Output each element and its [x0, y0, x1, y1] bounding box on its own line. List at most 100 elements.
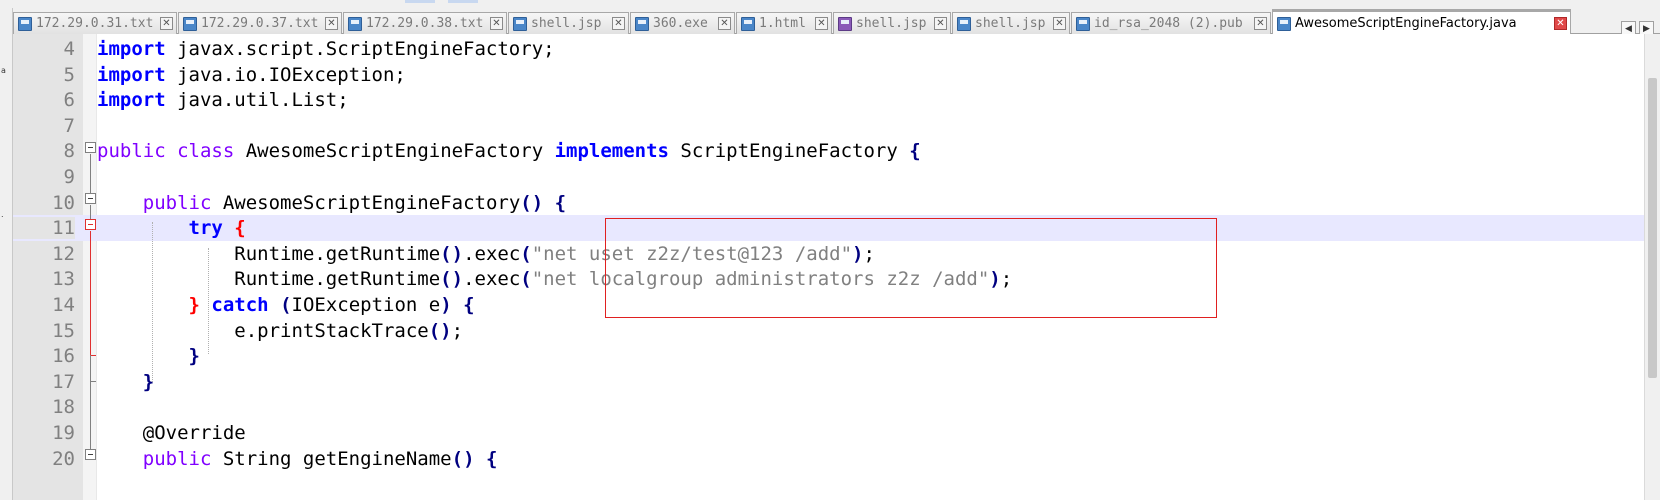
close-icon[interactable]: ✕: [325, 17, 338, 30]
tab-172-29-0-38-txt[interactable]: 172.29.0.38.txt ✕: [343, 12, 507, 34]
keyword: public: [142, 447, 212, 470]
code-line[interactable]: 8 public class AwesomeScriptEngineFactory…: [13, 138, 1644, 164]
code-token: (: [520, 242, 532, 265]
code-line[interactable]: 15 e.printStackTrace();: [13, 318, 1644, 344]
file-icon: [741, 16, 755, 31]
toolbar-fragment: [405, 0, 435, 3]
code-line[interactable]: 6 import java.util.List;: [13, 87, 1644, 113]
line-number: 14: [52, 294, 75, 316]
code-text[interactable]: }: [97, 370, 154, 394]
code-text[interactable]: @Override: [97, 421, 246, 445]
code-line[interactable]: 7: [13, 113, 1644, 139]
code-text[interactable]: } catch (IOException e) {: [97, 293, 475, 317]
keyword: public: [142, 191, 212, 214]
code-text[interactable]: import java.io.IOException;: [97, 63, 406, 87]
close-icon[interactable]: ✕: [1053, 17, 1066, 30]
code-line[interactable]: 19 @Override: [13, 420, 1644, 446]
code-line[interactable]: 18: [13, 394, 1644, 420]
unsaved-file-icon: [838, 16, 852, 31]
tab-shell-jsp-3[interactable]: shell.jsp ✕: [952, 12, 1070, 34]
code-token: }: [188, 345, 200, 368]
tab-172-29-0-37-txt[interactable]: 172.29.0.37.txt ✕: [178, 12, 342, 34]
close-icon[interactable]: ✕: [934, 17, 947, 30]
close-icon[interactable]: ✕: [718, 17, 731, 30]
left-panel-edge: a .: [0, 8, 13, 500]
code-line[interactable]: 17 }: [13, 369, 1644, 395]
code-token: java.util.List;: [165, 89, 349, 112]
code-token: (): [440, 268, 464, 291]
line-number: 20: [52, 447, 75, 470]
fold-toggle-class[interactable]: [85, 142, 96, 153]
close-icon[interactable]: ✕: [612, 17, 625, 30]
code-token: javax.script.ScriptEngineFactory;: [165, 38, 555, 60]
keyword: import: [97, 63, 166, 86]
code-text[interactable]: try {: [97, 216, 246, 240]
code-text[interactable]: import java.util.List;: [97, 88, 349, 112]
file-icon: [513, 16, 527, 31]
code-token: e.printStackTrace: [97, 319, 429, 342]
code-text[interactable]: public class AwesomeScriptEngineFactory …: [97, 139, 921, 163]
line-number: 4: [63, 38, 75, 60]
code-token: }: [188, 294, 200, 316]
tab-label: shell.jsp: [856, 16, 927, 31]
code-line[interactable]: 20 public String getEngineName() {: [13, 446, 1644, 472]
fold-guide: [90, 355, 91, 381]
keyword: catch: [211, 294, 269, 316]
tab-label: shell.jsp: [975, 16, 1046, 31]
left-panel-text-fragment: .: [1, 210, 4, 219]
tab-shell-jsp-2[interactable]: shell.jsp ✕: [833, 12, 951, 34]
close-icon[interactable]: ✕: [160, 17, 173, 30]
tab-1-html[interactable]: 1.html ✕: [736, 12, 832, 34]
vertical-scrollbar[interactable]: [1644, 34, 1660, 500]
keyword: implements: [554, 140, 669, 163]
code-token: {: [234, 217, 246, 240]
code-token: AwesomeScriptEngineFactory: [211, 191, 521, 214]
tab-label: 360.exe: [653, 16, 708, 31]
code-text[interactable]: import javax.script.ScriptEngineFactory;: [97, 37, 555, 61]
keyword: import: [97, 38, 166, 60]
file-icon: [635, 16, 649, 31]
code-line[interactable]: 16 }: [13, 343, 1644, 369]
tab-awesome-script-engine-factory-java[interactable]: AwesomeScriptEngineFactory.java ✕: [1272, 9, 1571, 35]
tab-172-29-0-31-txt[interactable]: 172.29.0.31.txt ✕: [13, 12, 177, 34]
code-text[interactable]: public AwesomeScriptEngineFactory() {: [97, 191, 566, 215]
scrollbar-thumb[interactable]: [1648, 78, 1657, 378]
indent-guide: [208, 248, 209, 354]
line-number: 5: [63, 63, 75, 86]
code-line[interactable]: 9: [13, 164, 1644, 190]
line-number: 8: [63, 140, 75, 163]
code-token: ScriptEngineFactory: [668, 140, 910, 163]
fold-toggle-try[interactable]: [85, 219, 96, 230]
code-token: (): [451, 447, 475, 470]
tab-shell-jsp-1[interactable]: shell.jsp ✕: [508, 12, 629, 34]
line-number: 9: [63, 166, 75, 188]
code-text[interactable]: }: [97, 344, 200, 368]
line-number: 15: [52, 319, 75, 342]
line-number: 17: [52, 370, 75, 393]
window-top-strip: [0, 0, 1660, 8]
keyword: class: [177, 140, 235, 163]
close-icon[interactable]: ✕: [815, 17, 828, 30]
indent-guide: [152, 222, 153, 382]
close-icon[interactable]: ✕: [1554, 17, 1567, 30]
tab-label: shell.jsp: [531, 16, 602, 31]
code-text[interactable]: public String getEngineName() {: [97, 447, 498, 471]
tab-id-rsa-2048-pub[interactable]: id_rsa_2048 (2).pub ✕: [1071, 12, 1271, 34]
close-icon[interactable]: ✕: [490, 17, 503, 30]
code-token: (: [280, 294, 292, 316]
file-icon: [348, 16, 362, 31]
code-line[interactable]: 10 public AwesomeScriptEngineFactory() {: [13, 190, 1644, 216]
fold-toggle-method[interactable]: [85, 449, 96, 460]
code-line[interactable]: 4 import javax.script.ScriptEngineFactory…: [13, 36, 1644, 62]
tab-360-exe[interactable]: 360.exe ✕: [630, 12, 735, 34]
close-icon[interactable]: ✕: [1254, 17, 1267, 30]
fold-toggle-constructor[interactable]: [85, 193, 96, 204]
tab-label: id_rsa_2048 (2).pub: [1094, 16, 1243, 31]
code-line[interactable]: 5 import java.io.IOException;: [13, 62, 1644, 88]
left-panel-text-fragment: a: [1, 66, 6, 75]
